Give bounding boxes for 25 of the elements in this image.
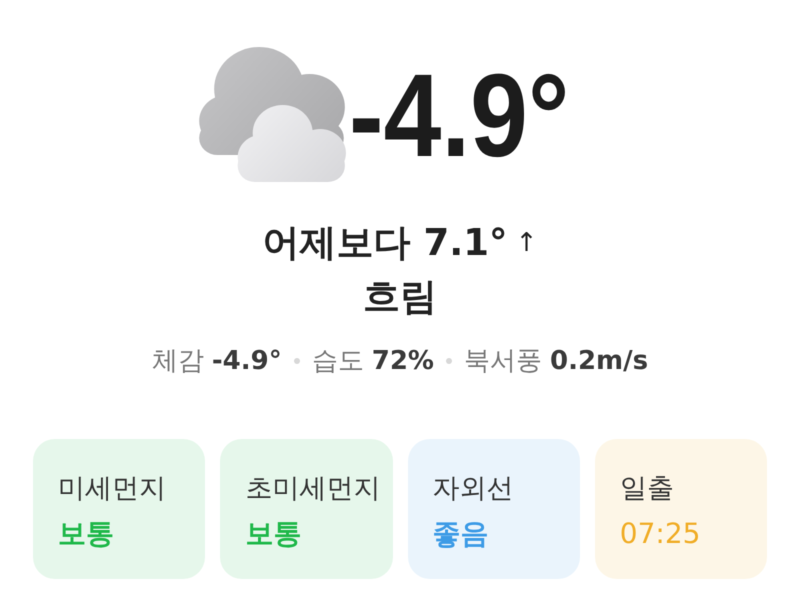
detail-label: 체감 (152, 346, 204, 377)
info-card[interactable]: 미세먼지 보통 (33, 438, 206, 579)
cloud-icon (196, 45, 347, 183)
card-label: 일출 (620, 472, 674, 506)
temperature: -4.9° (348, 57, 570, 175)
info-card[interactable]: 초미세먼지 보통 (220, 438, 392, 579)
info-card[interactable]: 일출 07:25 (594, 438, 767, 579)
separator-dot-icon (294, 358, 300, 364)
card-label: 초미세먼지 (245, 472, 380, 506)
info-card[interactable]: 자외선 좋음 (408, 438, 580, 579)
card-label: 미세먼지 (58, 472, 166, 506)
yesterday-comparison: 어제보다 7.1° (262, 221, 508, 266)
card-value: 보통 (58, 516, 114, 552)
trend-arrow: ↑ (516, 230, 538, 256)
card-value: 보통 (245, 516, 302, 552)
detail-label: 북서풍 (464, 346, 542, 377)
detail-value: 0.2m/s (550, 346, 648, 377)
card-value: 좋음 (432, 516, 488, 552)
weather-condition: 흐림 (363, 275, 437, 320)
detail-value: -4.9° (212, 346, 282, 377)
detail-label: 습도 (312, 346, 364, 377)
detail-value: 72% (372, 346, 434, 377)
separator-dot-icon (446, 358, 452, 364)
card-label: 자외선 (432, 472, 514, 506)
card-value: 07:25 (620, 516, 700, 552)
